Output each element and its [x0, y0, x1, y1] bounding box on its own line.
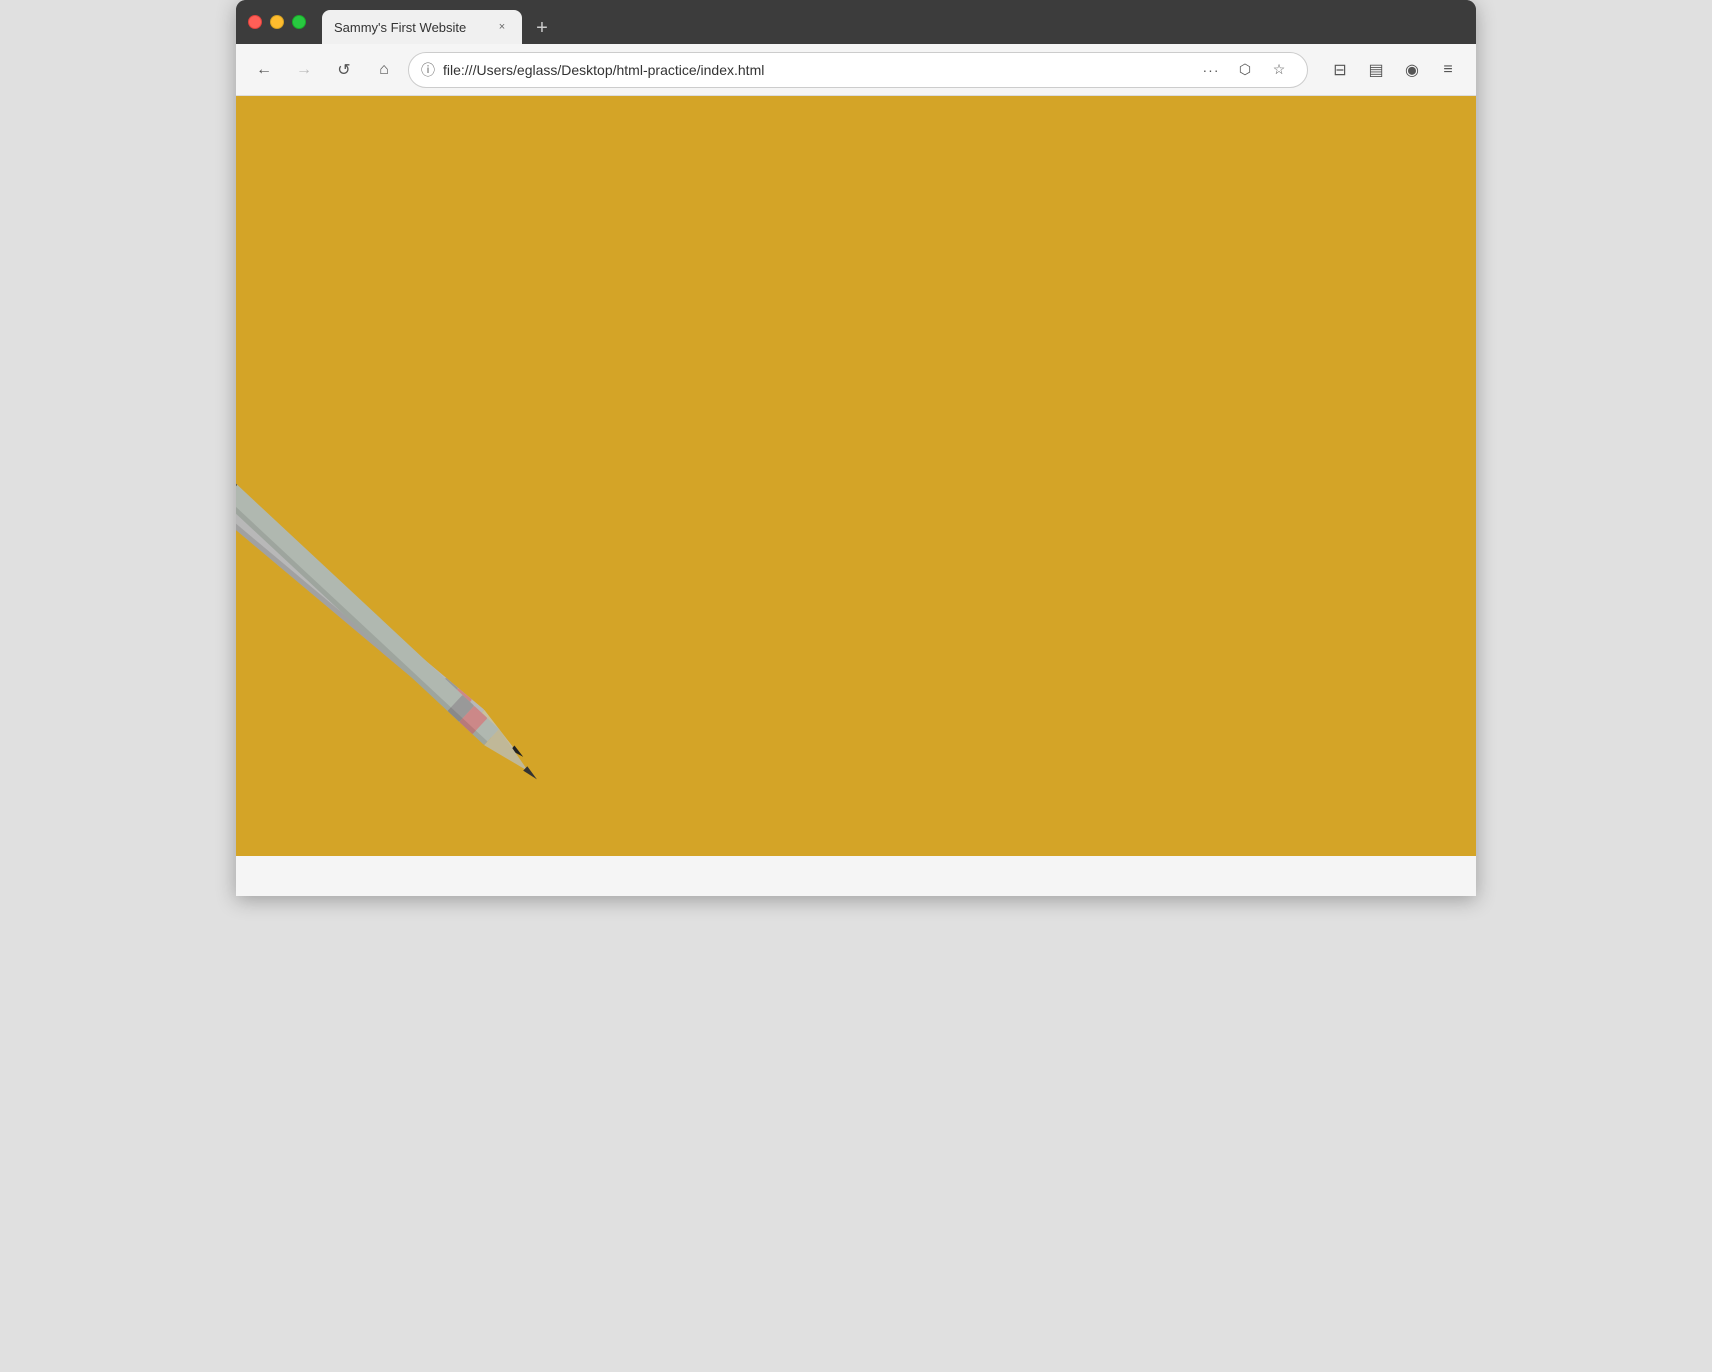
webpage-content	[236, 96, 1476, 856]
address-bar-icons: ··· ⬡ ☆	[1195, 54, 1295, 86]
info-icon: ⓘ	[421, 60, 435, 80]
new-tab-button[interactable]: +	[526, 12, 558, 44]
tab-close-button[interactable]: ×	[494, 19, 510, 35]
reader-view-button[interactable]: ▤	[1360, 54, 1392, 86]
address-bar[interactable]: ⓘ ··· ⬡ ☆	[408, 52, 1308, 88]
browser-bottom-bar	[236, 856, 1476, 896]
minimize-button[interactable]	[270, 15, 284, 29]
nav-bar: ← → ↺ ⌂ ⓘ ··· ⬡ ☆ ⊟ ▤ ◉ ≡	[236, 44, 1476, 96]
close-button[interactable]	[248, 15, 262, 29]
address-input[interactable]	[443, 62, 1187, 78]
tabs-area: Sammy's First Website × +	[322, 0, 1464, 44]
refresh-button[interactable]: ↺	[328, 54, 360, 86]
tab-title: Sammy's First Website	[334, 20, 486, 35]
nav-toolbar-right: ⊟ ▤ ◉ ≡	[1324, 54, 1464, 86]
maximize-button[interactable]	[292, 15, 306, 29]
pocket-button[interactable]: ⬡	[1229, 54, 1261, 86]
bookmark-button[interactable]: ☆	[1263, 54, 1295, 86]
home-button[interactable]: ⌂	[368, 54, 400, 86]
active-tab[interactable]: Sammy's First Website ×	[322, 10, 522, 44]
library-button[interactable]: ⊟	[1324, 54, 1356, 86]
traffic-lights	[248, 15, 306, 29]
pencil-illustration	[236, 236, 616, 856]
account-button[interactable]: ◉	[1396, 54, 1428, 86]
back-button[interactable]: ←	[248, 54, 280, 86]
menu-button[interactable]: ≡	[1432, 54, 1464, 86]
title-bar: Sammy's First Website × +	[236, 0, 1476, 44]
more-options-button[interactable]: ···	[1195, 54, 1227, 86]
browser-window: Sammy's First Website × + ← → ↺ ⌂ ⓘ ··· …	[236, 0, 1476, 896]
forward-button[interactable]: →	[288, 54, 320, 86]
